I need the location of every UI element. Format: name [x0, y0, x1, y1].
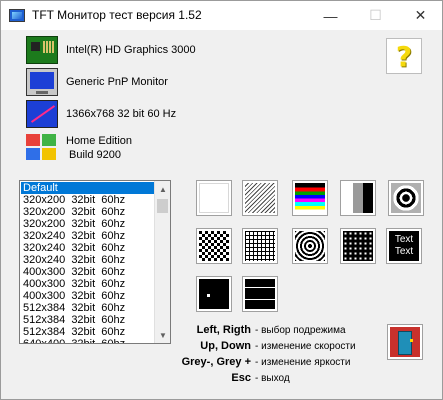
minimize-button[interactable]: — [308, 1, 353, 30]
help-button[interactable]: ? [386, 38, 422, 74]
monitor-info: Generic PnP Monitor [26, 66, 168, 98]
list-item[interactable]: 512x384 32bit 60hz [21, 314, 154, 326]
title-bar[interactable]: TFT Монитор тест версия 1.52 — ☐ ✕ [1, 1, 442, 30]
list-item[interactable]: 400x300 32bit 60hz [21, 290, 154, 302]
main-content: Intel(R) HD Graphics 3000 Generic PnP Mo… [1, 30, 442, 400]
list-item[interactable]: 320x200 32bit 60hz [21, 194, 154, 206]
list-item[interactable]: 320x240 32bit 60hz [21, 254, 154, 266]
key-description: - выход [255, 372, 290, 384]
pattern-circles-button[interactable] [292, 228, 328, 264]
exit-button[interactable] [387, 324, 423, 360]
os-edition: Home Edition [66, 135, 133, 147]
pattern-lines-button[interactable] [242, 276, 278, 312]
pattern-text-button[interactable]: Text Text [386, 228, 422, 264]
key-help-row: Up, Down - изменение скорости [181, 338, 356, 354]
key-name: Esc [231, 372, 251, 384]
text-pattern-icon: Text Text [389, 231, 419, 261]
resolution-info: 1366x768 32 bit 60 Hz [26, 98, 176, 130]
pattern-pixel-button[interactable] [196, 276, 232, 312]
list-item[interactable]: 320x240 32bit 60hz [21, 242, 154, 254]
scroll-thumb[interactable] [157, 199, 168, 213]
pattern-dots-button[interactable] [340, 228, 376, 264]
key-help-row: Left, Rigth - выбор подрежима [181, 322, 356, 338]
gray-bars-icon [343, 183, 373, 213]
key-name: Left, Rigth [196, 324, 251, 336]
monitor-app-icon [9, 9, 25, 22]
moving-pixel-icon [199, 279, 229, 309]
pattern-grid-button[interactable] [242, 228, 278, 264]
scroll-up-icon[interactable]: ▲ [155, 181, 170, 197]
os-info: Home Edition Build 9200 [26, 132, 132, 164]
key-description: - изменение яркости [255, 356, 351, 368]
white-field-icon [199, 183, 229, 213]
pattern-checker-button[interactable] [196, 228, 232, 264]
pattern-gray-bars-button[interactable] [340, 180, 376, 216]
key-description: - выбор подрежима [255, 324, 346, 336]
os-label: Home Edition Build 9200 [66, 134, 132, 162]
list-item[interactable]: 640x400 32bit 60hz [21, 338, 154, 343]
list-item[interactable]: 400x300 32bit 60hz [21, 266, 154, 278]
window-title: TFT Монитор тест версия 1.52 [32, 8, 202, 22]
list-item[interactable]: 512x384 32bit 60hz [21, 326, 154, 338]
app-window: TFT Монитор тест версия 1.52 — ☐ ✕ Intel… [0, 0, 443, 400]
color-bars-icon [295, 183, 325, 213]
text-pattern-line2: Text [394, 246, 414, 257]
key-name: Grey-, Grey + [181, 356, 251, 368]
grid-icon [245, 231, 275, 261]
horizontal-lines-icon [245, 279, 275, 309]
question-mark-icon: ? [395, 39, 413, 73]
target-ring-icon [391, 183, 421, 213]
list-item[interactable]: 320x240 32bit 60hz [21, 230, 154, 242]
scroll-down-icon[interactable]: ▼ [155, 327, 170, 343]
list-item[interactable]: Default [21, 182, 154, 194]
list-item[interactable]: 512x384 32bit 60hz [21, 302, 154, 314]
resolution-label: 1366x768 32 bit 60 Hz [66, 108, 177, 120]
checkerboard-icon [199, 231, 229, 261]
pattern-color-bars-button[interactable] [292, 180, 328, 216]
close-button[interactable]: ✕ [398, 1, 443, 30]
pattern-gradient-button[interactable] [242, 180, 278, 216]
key-help-row: Grey-, Grey + - изменение яркости [181, 354, 356, 370]
text-pattern-line1: Text [394, 234, 414, 245]
key-description: - изменение скорости [255, 340, 356, 352]
list-item[interactable]: 320x200 32bit 60hz [21, 206, 154, 218]
mode-list-items: Default 320x200 32bit 60hz 320x200 32bit 6… [21, 182, 154, 343]
dot-matrix-icon [343, 231, 373, 261]
mode-listbox[interactable]: Default 320x200 32bit 60hz 320x200 32bit 6… [19, 180, 171, 344]
list-item[interactable]: 400x300 32bit 60hz [21, 278, 154, 290]
key-help-row: Esc - выход [181, 370, 356, 386]
monitor-icon [26, 68, 58, 96]
maximize-button: ☐ [369, 7, 382, 23]
graphics-info: Intel(R) HD Graphics 3000 [26, 34, 196, 66]
diagonal-gradient-icon [245, 183, 275, 213]
windows-logo-icon [26, 134, 58, 162]
key-help: Left, Rigth - выбор подрежима Up, Down - из… [181, 322, 356, 386]
exit-door-icon [390, 327, 420, 357]
monitor-label: Generic PnP Monitor [66, 76, 168, 88]
graphics-label: Intel(R) HD Graphics 3000 [66, 44, 196, 56]
pattern-white-button[interactable] [196, 180, 232, 216]
graphics-card-icon [26, 36, 58, 64]
concentric-circles-icon [295, 231, 325, 261]
key-name: Up, Down [200, 340, 251, 352]
resolution-icon [26, 100, 58, 128]
os-build: Build 9200 [69, 149, 121, 161]
list-scrollbar[interactable]: ▲ ▼ [154, 181, 170, 343]
pattern-target-button[interactable] [388, 180, 424, 216]
list-item[interactable]: 320x200 32bit 60hz [21, 218, 154, 230]
